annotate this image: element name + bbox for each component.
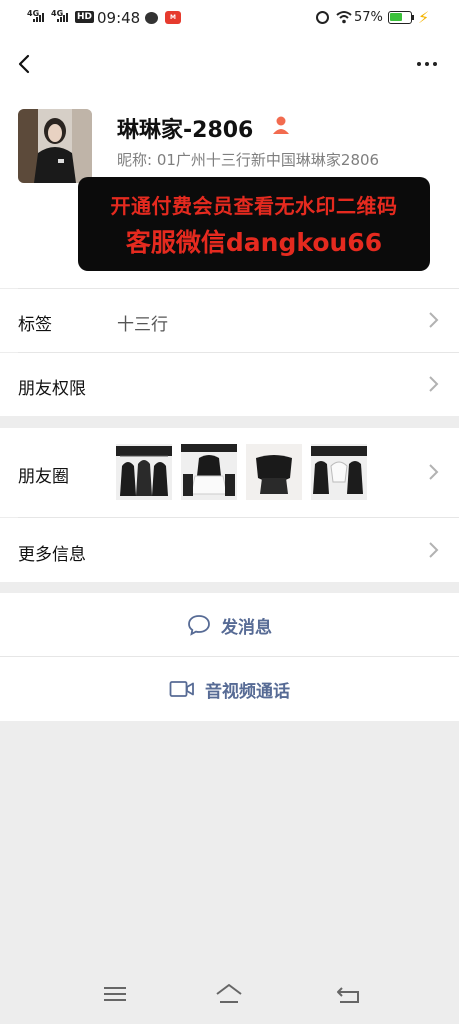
alarm-icon [316, 11, 329, 24]
video-camera-icon [169, 681, 194, 697]
clock: 09:48 [97, 9, 141, 27]
nickname-label: 昵称: [117, 151, 157, 169]
chevron-right-icon [429, 542, 439, 558]
video-call-button[interactable]: 音视频通话 [0, 657, 459, 721]
charging-bolt-icon: ⚡ [418, 8, 430, 27]
promo-banner: 开通付费会员查看无水印二维码 客服微信dangkou66 [78, 177, 430, 271]
permissions-row[interactable]: 朋友权限 [0, 353, 459, 416]
home-icon[interactable] [214, 982, 244, 1006]
send-message-button[interactable]: 发消息 [0, 593, 459, 657]
contact-name: 琳琳家-2806 [117, 118, 254, 143]
tags-row[interactable]: 标签 十三行 [0, 289, 459, 352]
moments-thumbnails [116, 444, 367, 500]
more-info-row[interactable]: 更多信息 [0, 518, 459, 582]
promo-line-2: 客服微信dangkou66 [125, 228, 383, 257]
send-message-label: 发消息 [221, 617, 272, 638]
moments-label: 朋友圈 [18, 467, 69, 487]
video-call-label: 音视频通话 [205, 681, 290, 702]
nickname-value: 01广州十三行新中国琳琳家2806 [156, 151, 380, 169]
battery-percent: 57% [354, 10, 383, 25]
back-icon[interactable] [14, 50, 36, 78]
tags-value: 十三行 [117, 315, 168, 335]
moments-row[interactable]: 朋友圈 [0, 428, 459, 517]
notification-app-icon: M [165, 11, 181, 24]
nickname: 昵称: 01广州十三行新中国琳琳家2806 [117, 149, 379, 170]
moments-thumbnail[interactable] [116, 444, 172, 500]
menu-icon[interactable] [100, 982, 130, 1006]
chevron-right-icon [429, 464, 439, 480]
chat-bubble-icon [188, 615, 210, 636]
top-navigation [0, 36, 459, 94]
chat-app-icon [145, 12, 158, 24]
wifi-icon [336, 11, 352, 24]
battery-icon [388, 11, 412, 24]
signal-bars-1-icon [33, 12, 44, 22]
tags-label: 标签 [18, 315, 52, 335]
permissions-label: 朋友权限 [18, 379, 86, 399]
status-bar: 4G 4G HD 09:48 M 57% ⚡ [0, 0, 459, 36]
more-icon[interactable] [412, 56, 442, 72]
person-icon [273, 116, 289, 134]
signal-bars-2-icon [57, 12, 68, 22]
return-icon[interactable] [334, 982, 364, 1006]
avatar[interactable] [18, 109, 92, 183]
moments-thumbnail[interactable] [246, 444, 302, 500]
moments-thumbnail[interactable] [311, 444, 367, 500]
chevron-right-icon [429, 376, 439, 392]
chevron-right-icon [429, 312, 439, 328]
moments-thumbnail[interactable] [181, 444, 237, 500]
more-info-label: 更多信息 [18, 545, 86, 565]
system-navigation-bar [0, 964, 459, 1024]
promo-line-1: 开通付费会员查看无水印二维码 [110, 194, 398, 218]
hd-voice-badge: HD [75, 11, 95, 23]
